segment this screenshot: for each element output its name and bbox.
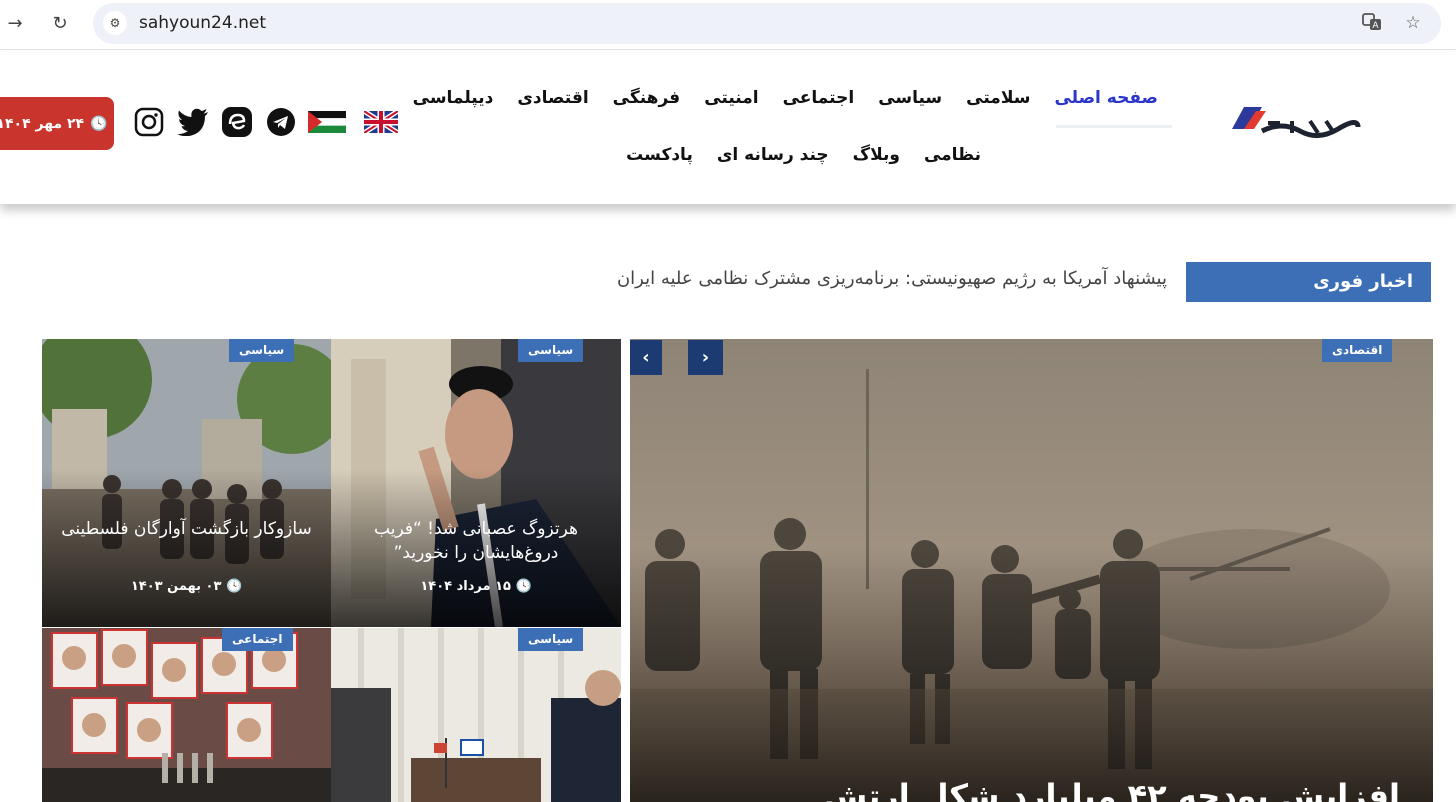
bookmark-star-icon[interactable]: ☆ (1401, 11, 1425, 35)
news-card[interactable]: سیاسی سازوکار بازگشت آوارگان فلسطینی 🕓 ۰… (42, 339, 331, 627)
instagram-icon[interactable] (133, 106, 164, 138)
card-shade (42, 468, 331, 627)
card-date-text: ۰۳ بهمن ۱۴۰۳ (130, 579, 222, 594)
menu-podcast[interactable]: پادکست (614, 145, 705, 165)
breaking-news-headline[interactable]: پیشنهاد آمریکا به رژیم صهیونیستی: برنامه… (617, 268, 1167, 289)
date-label: ۲۴ مهر ۱۴۰۴ (0, 115, 85, 132)
hero-category-tag[interactable]: اقتصادی (1322, 339, 1393, 362)
menu-blog[interactable]: وبلاگ (841, 145, 912, 165)
news-card[interactable]: سیاسی هرتزوگ عصبانی شد! “فریب دروغ‌هایشا… (331, 339, 621, 627)
date-badge: 🕓 ۲۴ مهر ۱۴۰۴ (0, 97, 114, 150)
news-card[interactable]: اجتماعی (42, 628, 331, 802)
slider-next-arrow[interactable]: › (688, 340, 723, 375)
svg-text:A: A (1372, 21, 1379, 31)
news-card[interactable]: سیاسی (331, 628, 621, 802)
site-logo[interactable] (1222, 103, 1362, 143)
clock-icon: 🕓 (515, 579, 532, 594)
card-category-tag[interactable]: سیاسی (229, 339, 295, 362)
card-date: 🕓 ۱۵ مرداد ۱۴۰۴ (331, 579, 621, 594)
menu-home[interactable]: صفحه اصلی (1042, 88, 1170, 108)
browser-toolbar: → ↻ ⚙ sahyoun24.net A ☆ (0, 0, 1456, 50)
card-category-tag[interactable]: سیاسی (518, 628, 584, 651)
menu-security[interactable]: امنیتی (692, 88, 770, 108)
hero-slide[interactable]: اقتصادی افزایش بودجه ۴۲ میلیارد شکل ارتش (630, 339, 1433, 802)
menu-diplomacy[interactable]: دیپلماسی (401, 88, 506, 108)
card-image-protest-posters (42, 628, 331, 802)
main-menu-row-1: صفحه اصلی سلامتی سیاسی اجتماعی امنیتی فر… (401, 88, 1170, 108)
clock-icon: 🕓 (225, 579, 243, 594)
card-category-tag[interactable]: سیاسی (518, 339, 584, 362)
eitaa-icon[interactable] (220, 106, 253, 138)
url-text[interactable]: sahyoun24.net (139, 13, 266, 33)
menu-politics[interactable]: سیاسی (866, 88, 954, 108)
menu-military[interactable]: نظامی (912, 145, 993, 165)
address-bar[interactable]: ⚙ sahyoun24.net A ☆ (93, 3, 1441, 44)
card-date: 🕓 ۰۳ بهمن ۱۴۰۳ (42, 579, 331, 594)
translate-icon[interactable]: A (1360, 11, 1384, 35)
active-menu-underline (1056, 125, 1172, 128)
breaking-news-label: اخبار فوری (1186, 262, 1431, 302)
site-settings-icon[interactable]: ⚙ (103, 11, 127, 35)
reload-icon[interactable]: ↻ (48, 12, 72, 36)
telegram-icon[interactable] (265, 106, 296, 138)
menu-health[interactable]: سلامتی (954, 88, 1042, 108)
card-title[interactable]: هرتزوگ عصبانی شد! “فریب دروغ‌هایشان را ن… (349, 517, 603, 565)
menu-culture[interactable]: فرهنگی (601, 88, 693, 108)
clock-icon: 🕓 (90, 115, 108, 132)
card-title[interactable]: سازوکار بازگشت آوارگان فلسطینی (60, 517, 313, 541)
main-menu-row-2: نظامی وبلاگ چند رسانه ای پادکست (614, 145, 993, 165)
hero-title[interactable]: افزایش بودجه ۴۲ میلیارد شکل ارتش (660, 777, 1400, 802)
hero-shade (630, 547, 1433, 802)
menu-multimedia[interactable]: چند رسانه ای (705, 145, 841, 165)
menu-social[interactable]: اجتماعی (771, 88, 867, 108)
palestine-flag-icon[interactable] (308, 106, 346, 138)
card-category-tag[interactable]: اجتماعی (222, 628, 293, 651)
card-date-text: ۱۵ مرداد ۱۴۰۴ (420, 579, 511, 594)
english-flag-icon[interactable] (364, 106, 398, 138)
forward-arrow-icon[interactable]: → (3, 12, 27, 36)
slider-prev-arrow[interactable]: ‹ (630, 340, 662, 375)
site-header: صفحه اصلی سلامتی سیاسی اجتماعی امنیتی فر… (0, 53, 1456, 204)
twitter-icon[interactable] (176, 106, 209, 138)
menu-economy[interactable]: اقتصادی (505, 88, 600, 108)
card-image-meeting (331, 628, 621, 802)
